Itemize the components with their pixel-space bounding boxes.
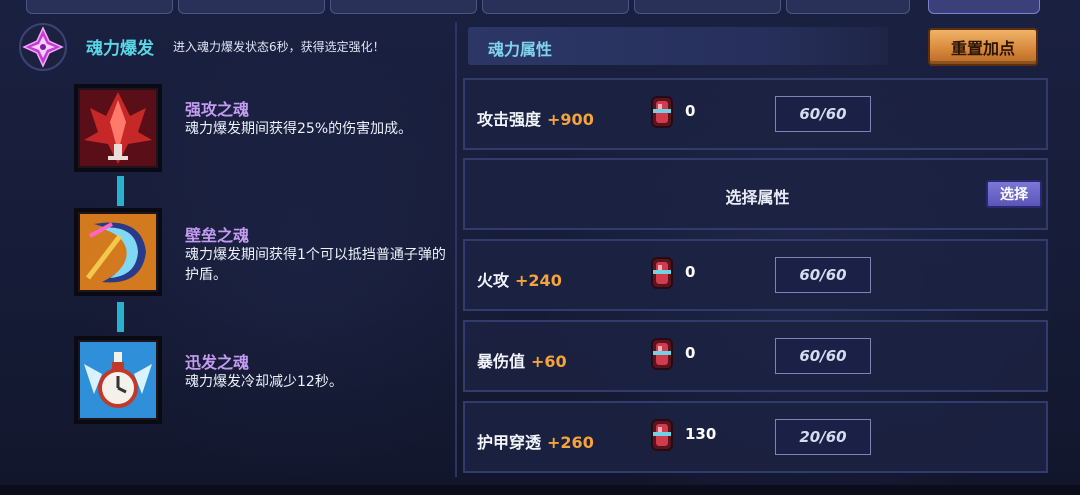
timer-wings-icon[interactable] <box>72 334 164 426</box>
top-tab-3[interactable] <box>330 0 477 14</box>
skill-3-title: 迅发之魂 <box>185 353 250 372</box>
select-attribute-label: 选择属性 <box>725 188 790 207</box>
gem-count: 0 <box>685 344 696 362</box>
attribute-bonus: +260 <box>547 433 594 452</box>
top-tab-6[interactable] <box>786 0 910 14</box>
gem-count: 0 <box>685 263 696 281</box>
soul-gem-icon <box>651 417 673 453</box>
attribute-name: 火攻 <box>477 271 510 290</box>
select-attribute-row: 选择属性 选择 <box>463 158 1048 230</box>
attribute-name: 攻击强度 <box>477 110 542 129</box>
soul-burst-icon <box>14 22 72 72</box>
attribute-level: 20/60 <box>775 419 871 455</box>
attribute-row: 护甲穿透 +260 130 20/60 <box>463 401 1048 473</box>
soul-burst-title: 魂力爆发 <box>86 39 154 59</box>
attribute-name: 护甲穿透 <box>477 433 542 452</box>
column-divider <box>455 22 457 477</box>
skill-connector <box>117 176 124 206</box>
attribute-label: 暴伤值 +60 <box>477 348 567 372</box>
attribute-row: 攻击强度 +900 0 60/60 <box>463 78 1048 150</box>
attribute-level: 60/60 <box>775 96 871 132</box>
attribute-label: 护甲穿透 +260 <box>477 429 594 453</box>
attribute-label: 火攻 +240 <box>477 267 562 291</box>
top-tab-strip <box>0 0 1080 14</box>
skill-1-title: 强攻之魂 <box>185 100 250 119</box>
attribute-header-label: 魂力属性 <box>488 40 553 59</box>
skill-2-title: 壁垒之魂 <box>185 226 250 245</box>
soul-burst-description: 进入魂力爆发状态6秒，获得选定强化！ <box>173 40 385 54</box>
skill-1-description: 魂力爆发期间获得25%的伤害加成。 <box>185 121 413 137</box>
gem-count: 0 <box>685 102 696 120</box>
attribute-row: 暴伤值 +60 0 60/60 <box>463 320 1048 392</box>
top-tab-2[interactable] <box>178 0 325 14</box>
attribute-bonus: +240 <box>515 271 562 290</box>
soul-gem-icon <box>651 94 673 130</box>
attribute-level: 60/60 <box>775 257 871 293</box>
attribute-row: 火攻 +240 0 60/60 <box>463 239 1048 311</box>
soul-gem-icon <box>651 255 673 291</box>
attribute-name: 暴伤值 <box>477 352 526 371</box>
gem-count: 130 <box>685 425 717 443</box>
attribute-header: 魂力属性 <box>468 27 888 65</box>
top-tab-5[interactable] <box>634 0 781 14</box>
red-ship-icon[interactable] <box>72 82 164 174</box>
skill-2-description: 魂力爆发期间获得1个可以抵挡普通子弹的护盾。 <box>185 247 446 283</box>
select-button[interactable]: 选择 <box>986 180 1042 208</box>
top-tab-4[interactable] <box>482 0 629 14</box>
shield-crescent-icon[interactable] <box>72 206 164 298</box>
top-tab-1[interactable] <box>26 0 173 14</box>
soul-gem-icon <box>651 336 673 372</box>
attribute-label: 攻击强度 +900 <box>477 106 594 130</box>
bottom-bar <box>0 485 1080 495</box>
skill-3-description: 魂力爆发冷却减少12秒。 <box>185 374 343 390</box>
attribute-level: 60/60 <box>775 338 871 374</box>
reset-points-button[interactable]: 重置加点 <box>928 28 1038 66</box>
top-tab-7[interactable] <box>928 0 1040 14</box>
skill-connector <box>117 302 124 332</box>
attribute-bonus: +900 <box>547 110 594 129</box>
attribute-bonus: +60 <box>531 352 567 371</box>
